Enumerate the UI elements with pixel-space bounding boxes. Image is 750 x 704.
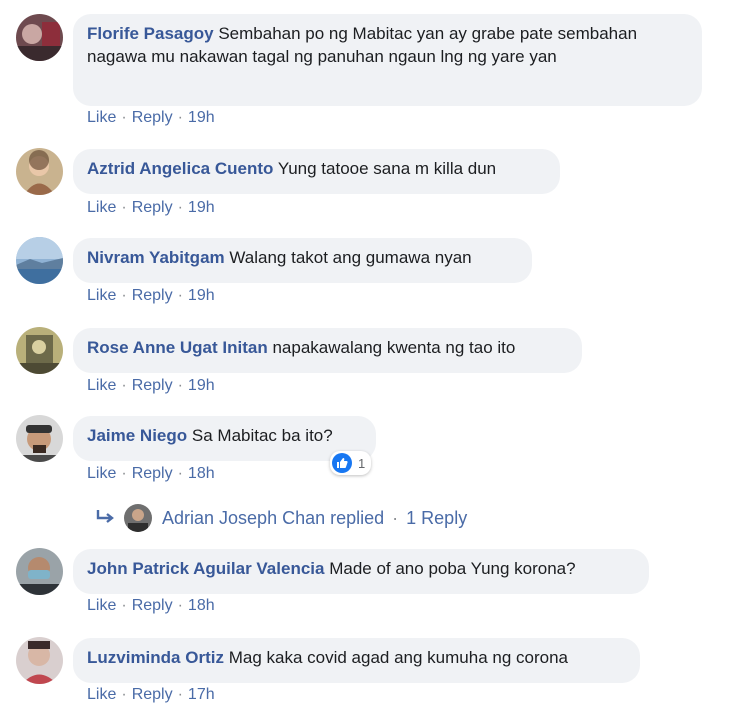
- reply-button[interactable]: Reply: [132, 287, 173, 304]
- reply-button[interactable]: Reply: [132, 109, 173, 126]
- avatar[interactable]: [16, 327, 63, 374]
- timestamp[interactable]: 19h: [188, 199, 215, 216]
- avatar-icon: [16, 14, 63, 61]
- timestamp[interactable]: 19h: [188, 287, 215, 304]
- replies-count[interactable]: 1 Reply: [406, 508, 467, 529]
- reaction-count: 1: [358, 455, 366, 471]
- avatar-icon: [16, 637, 63, 684]
- replies-separator: ·: [392, 507, 399, 528]
- thumbs-up-icon: [332, 453, 352, 473]
- like-button[interactable]: Like: [87, 109, 116, 126]
- like-button[interactable]: Like: [87, 597, 116, 614]
- reply-button[interactable]: Reply: [132, 199, 173, 216]
- timestamp[interactable]: 17h: [188, 686, 215, 703]
- reply-button[interactable]: Reply: [132, 597, 173, 614]
- comment-actions: Like · Reply · 18h: [87, 465, 215, 482]
- timestamp[interactable]: 19h: [188, 377, 215, 394]
- reaction-badge[interactable]: 1: [330, 451, 372, 475]
- view-replies-link[interactable]: Adrian Joseph Chan replied · 1 Reply: [96, 504, 467, 532]
- reply-button[interactable]: Reply: [132, 377, 173, 394]
- comment-bubble: Rose Anne Ugat Initan napakawalang kwent…: [73, 328, 582, 373]
- avatar[interactable]: [16, 637, 63, 684]
- avatar-icon: [124, 504, 152, 532]
- comment-author[interactable]: Jaime Niego: [87, 426, 187, 445]
- comment-text: Sa Mabitac ba ito?: [191, 426, 333, 445]
- like-button[interactable]: Like: [87, 377, 116, 394]
- comment-author[interactable]: Nivram Yabitgam: [87, 248, 225, 267]
- avatar[interactable]: [16, 148, 63, 195]
- comment-actions: Like · Reply · 19h: [87, 109, 215, 126]
- comment-author[interactable]: Florife Pasagoy: [87, 24, 214, 43]
- comment-actions: Like · Reply · 19h: [87, 199, 215, 216]
- like-button[interactable]: Like: [87, 686, 116, 703]
- comment-bubble: Florife Pasagoy Sembahan po ng Mabitac y…: [73, 14, 702, 106]
- like-button[interactable]: Like: [87, 199, 116, 216]
- comment-bubble: Nivram Yabitgam Walang takot ang gumawa …: [73, 238, 532, 283]
- comment-bubble: Jaime Niego Sa Mabitac ba ito?: [73, 416, 376, 461]
- like-button[interactable]: Like: [87, 287, 116, 304]
- comment-bubble: Aztrid Angelica Cuento Yung tatooe sana …: [73, 149, 560, 194]
- comment-text: Made of ano poba Yung korona?: [329, 559, 576, 578]
- reply-button[interactable]: Reply: [132, 686, 173, 703]
- avatar-icon: [16, 148, 63, 195]
- comment-bubble: John Patrick Aguilar Valencia Made of an…: [73, 549, 649, 594]
- avatar[interactable]: [16, 14, 63, 61]
- replier-avatar: [124, 504, 152, 532]
- avatar-icon: [16, 415, 63, 462]
- timestamp[interactable]: 18h: [188, 597, 215, 614]
- comment-actions: Like · Reply · 17h: [87, 686, 215, 703]
- timestamp[interactable]: 18h: [188, 465, 215, 482]
- avatar-icon: [16, 548, 63, 595]
- comment-author[interactable]: Aztrid Angelica Cuento: [87, 159, 273, 178]
- avatar[interactable]: [16, 415, 63, 462]
- reply-arrow-icon: [96, 508, 116, 529]
- comment-text: Yung tatooe sana m killa dun: [277, 159, 497, 178]
- reply-button[interactable]: Reply: [132, 465, 173, 482]
- comment-author[interactable]: Luzviminda Ortiz: [87, 648, 224, 667]
- comment-bubble: Luzviminda Ortiz Mag kaka covid agad ang…: [73, 638, 640, 683]
- avatar[interactable]: [16, 548, 63, 595]
- replier-text: Adrian Joseph Chan replied: [162, 507, 385, 528]
- avatar-icon: [16, 237, 63, 284]
- comment-text: Walang takot ang gumawa nyan: [229, 248, 472, 267]
- avatar-icon: [16, 327, 63, 374]
- comment-author[interactable]: Rose Anne Ugat Initan: [87, 338, 268, 357]
- comment-author[interactable]: John Patrick Aguilar Valencia: [87, 559, 324, 578]
- avatar[interactable]: [16, 237, 63, 284]
- comment-text: napakawalang kwenta ng tao ito: [272, 338, 516, 357]
- timestamp[interactable]: 19h: [188, 109, 215, 126]
- comment-actions: Like · Reply · 19h: [87, 287, 215, 304]
- comment-text: Mag kaka covid agad ang kumuha ng corona: [228, 648, 568, 667]
- comment-actions: Like · Reply · 19h: [87, 377, 215, 394]
- like-button[interactable]: Like: [87, 465, 116, 482]
- comment-actions: Like · Reply · 18h: [87, 597, 215, 614]
